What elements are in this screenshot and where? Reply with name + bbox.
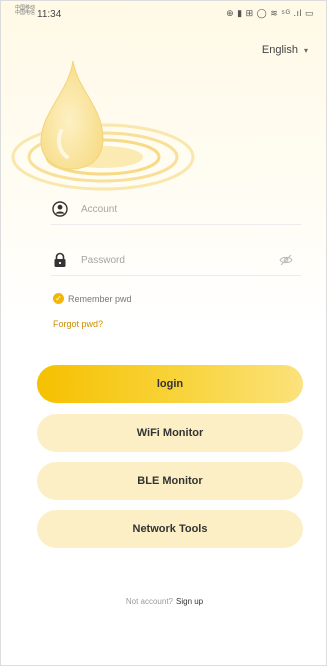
carrier-label: 中国移动 中国电信 [15, 5, 36, 16]
wifi-monitor-button[interactable]: WiFi Monitor [37, 414, 303, 452]
chevron-down-icon: ▾ [303, 45, 308, 55]
language-selector[interactable]: English ▾ [262, 44, 308, 56]
remember-label: Remember pwd [68, 293, 132, 304]
signup-link[interactable]: Sign up [176, 597, 203, 606]
status-time: 11:34 [37, 9, 62, 20]
ble-monitor-button[interactable]: BLE Monitor [37, 462, 303, 500]
signup-row: Not account? Sign up [1, 597, 326, 606]
water-drop-icon [11, 60, 195, 191]
forgot-password-link[interactable]: Forgot pwd? [53, 319, 103, 329]
password-field[interactable] [51, 245, 301, 276]
login-screen: 中国移动 中国电信 11:34 ⊕ ▮ ⊞ ◯ ≋ ⁵ᴳ .ıl ▭ Engli… [0, 0, 327, 666]
checkmark-icon: ✓ [53, 293, 64, 304]
network-tools-button[interactable]: Network Tools [37, 510, 303, 548]
account-input[interactable] [79, 202, 263, 216]
status-bar: 中国移动 中国电信 11:34 ⊕ ▮ ⊞ ◯ ≋ ⁵ᴳ .ıl ▭ [1, 1, 326, 27]
lock-icon [51, 251, 69, 269]
signup-prompt: Not account? [125, 597, 173, 606]
password-input[interactable] [79, 253, 263, 267]
remember-password-checkbox[interactable]: ✓ Remember pwd [53, 293, 132, 304]
login-button[interactable]: login [37, 365, 303, 403]
system-status-icons: ⊕ ▮ ⊞ ◯ ≋ ⁵ᴳ .ıl ▭ [226, 8, 314, 18]
user-icon [51, 200, 69, 218]
language-label: English [261, 44, 298, 56]
account-field[interactable] [51, 194, 301, 225]
eye-off-icon[interactable] [279, 253, 293, 271]
